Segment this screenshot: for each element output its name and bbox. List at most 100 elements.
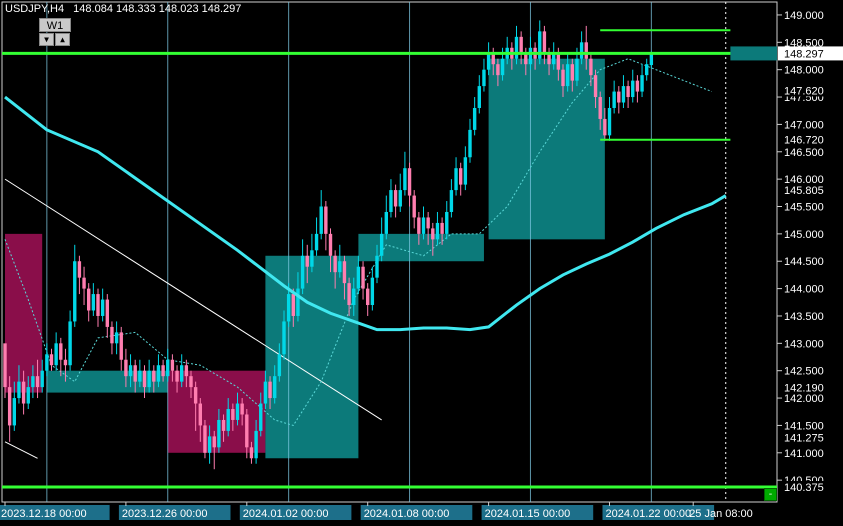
candle-body [347,283,351,306]
candle-body [598,97,602,119]
x-tick-label: 2024.01.08 00:00 [364,508,450,520]
candle-body [333,255,337,273]
x-tick-label: 2023.12.26 00:00 [122,508,208,520]
timeframe-down-button[interactable]: ▼ [39,33,54,46]
candle-body [105,299,109,327]
candle-body [486,53,491,70]
candle-body [268,381,272,399]
candle-body [612,91,616,108]
candle-body [217,419,221,448]
candle-body [54,343,58,366]
candle-body [417,217,421,234]
candle-body [459,168,463,185]
zone-box [5,233,43,393]
candle-body [82,277,86,289]
trendline [4,441,38,459]
candle-body [500,58,505,76]
candle-body [352,288,356,306]
y-tick-label: 145.000 [784,229,824,241]
price-tag-label: 147.620 [784,85,824,97]
candle-body [175,370,179,382]
candle-body [393,190,398,207]
candle-body [579,42,584,59]
candle-body [212,436,216,448]
y-tick-label: 145.500 [784,202,824,214]
candle-body [361,266,365,289]
candle-body [277,354,282,377]
candle-body [426,217,430,229]
candle-body [286,294,291,322]
candle-body [31,376,35,388]
candle-body [273,376,277,399]
candle-body [282,321,286,355]
candle-body [235,403,240,420]
candle-body [631,80,635,98]
candle-body [621,86,626,103]
candle-body [193,387,198,404]
candle-body [40,370,44,388]
candle-body [556,53,561,70]
candle-body [338,261,342,273]
candle-body [398,190,402,207]
candle-body [412,195,416,218]
candle-body [161,365,165,377]
candle-body [119,332,123,360]
price-tag-label: 148.297 [784,48,824,60]
candle-body [91,294,96,311]
candle-body [468,129,472,158]
candle-body [259,403,263,431]
candle-body [114,332,119,344]
y-tick-label: 143.000 [784,338,824,350]
y-tick-label: 143.500 [784,311,824,323]
candle-body [542,31,547,54]
timeframe-switcher: W1 ▼ ▲ [39,18,71,46]
candle-body [68,321,72,366]
candle-body [7,387,12,426]
current-price-band [730,46,777,61]
zone-box [167,370,266,453]
candle-body [59,343,63,360]
candle-body [528,47,533,65]
candle-body [249,447,254,459]
candle-body [305,255,309,267]
candle-body [565,64,570,87]
candle-body [77,261,82,278]
y-tick-label: 148.000 [784,65,824,77]
candle-body [21,381,26,404]
candle-body [100,299,105,316]
candle-body [570,64,574,81]
timeframe-label[interactable]: W1 [39,18,71,32]
candle-body [73,261,77,322]
price-tag-label: 145.805 [784,185,824,197]
candle-body [324,206,328,234]
x-tick-label: 2023.12.18 00:00 [1,508,87,520]
candle-body [110,326,114,344]
candle-body [593,75,598,98]
candle-body [366,288,370,306]
candle-body [26,387,30,404]
candle-body [603,118,607,136]
candle-body [496,64,500,76]
x-tick-label: 2024.01.02 00:00 [243,508,329,520]
timeframe-up-button[interactable]: ▲ [55,33,70,46]
close-button[interactable]: - [764,488,777,501]
candle-body [254,430,258,459]
candle-body [328,233,333,256]
price-tag-label: 141.275 [784,433,824,445]
candle-body [454,168,458,191]
candle-body [607,107,612,136]
candle-body [45,354,49,371]
candle-body [296,288,300,316]
candle-body [389,190,393,212]
y-tick-label: 147.000 [784,119,824,131]
candle-body [124,359,128,377]
candle-body [49,354,54,366]
symbol-label: USDJPY,H4 [5,3,65,15]
candle-body [421,217,426,234]
candle-body [3,343,7,388]
ohlc-values: 148.084 148.333 148.023 148.297 [73,3,242,15]
candle-body [87,288,91,311]
candle-body [477,86,481,108]
candle-body [342,261,347,284]
candle-body [440,222,444,234]
